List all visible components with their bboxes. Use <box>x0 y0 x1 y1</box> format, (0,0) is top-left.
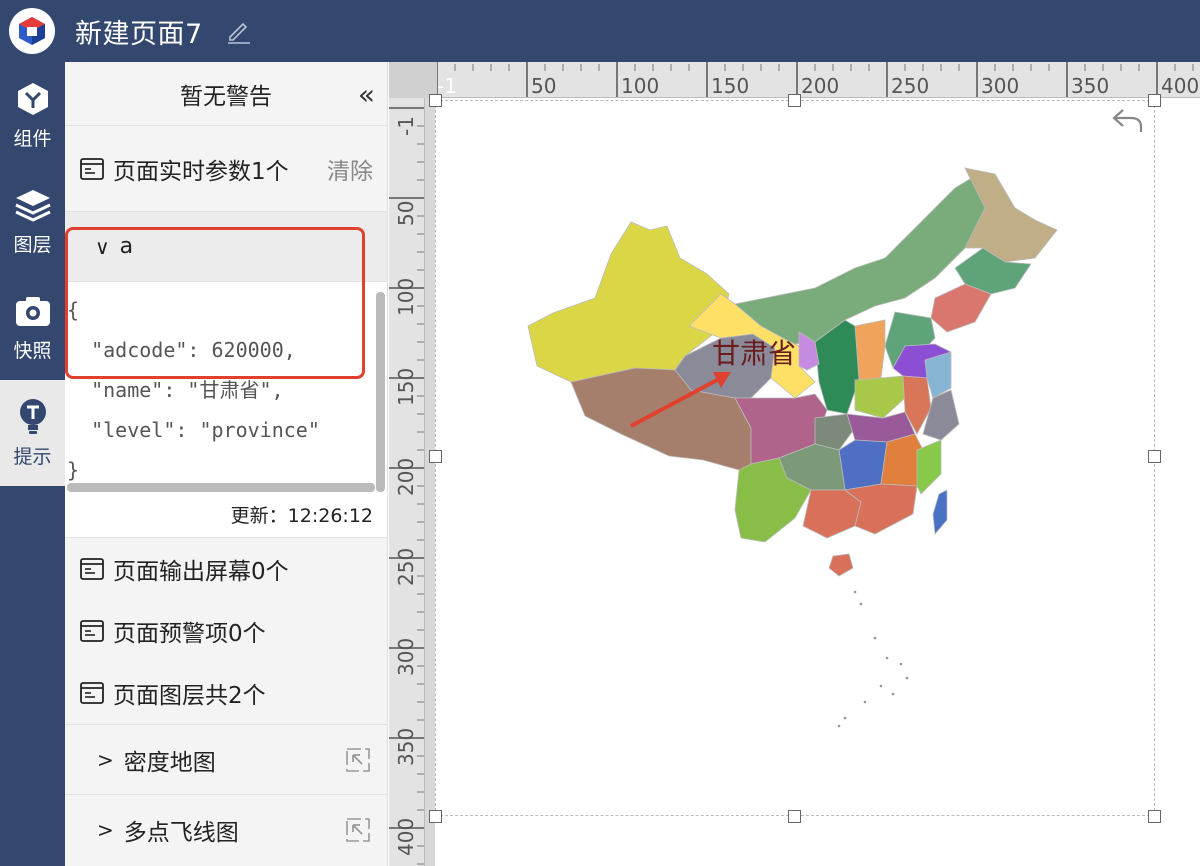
layers-total-row[interactable]: 页面图层共2个 <box>65 662 387 724</box>
island-dot <box>859 602 863 606</box>
hint-icon <box>14 398 52 436</box>
canvas-gutter <box>425 98 435 866</box>
collapse-panel-icon[interactable]: « <box>358 78 375 111</box>
ruler-label: 350 <box>1071 74 1109 98</box>
updated-time: 更新：12:26:12 <box>65 494 387 538</box>
island-dot <box>863 700 867 704</box>
island-dot <box>899 662 903 666</box>
south-sea-islands <box>837 590 909 728</box>
locate-layer-icon[interactable] <box>345 817 371 843</box>
json-line: "name": "甘肃省", <box>67 378 284 402</box>
realtime-params-label: 页面实时参数1个 <box>113 158 289 185</box>
region-hainan[interactable] <box>828 553 854 577</box>
layer-label: 多点飞线图 <box>123 819 239 846</box>
edit-title-icon[interactable] <box>225 16 255 46</box>
hint-panel: 暂无警告 « 页面实时参数1个 清除 ∨ a { "adcode": 62000… <box>65 62 388 866</box>
nav-label: 提示 <box>13 445 52 468</box>
component-icon <box>14 80 52 118</box>
ruler-label: 300 <box>394 638 418 676</box>
ruler-label: -1 <box>394 116 418 136</box>
ruler-vertical: -1 50 100 150 200 250 300 350 400 <box>389 98 425 866</box>
ruler-label: 250 <box>394 548 418 586</box>
nav-label: 组件 <box>13 127 52 150</box>
camera-icon <box>14 292 52 330</box>
chevron-down-icon: ∨ <box>95 234 110 259</box>
param-header[interactable]: ∨ a <box>65 212 387 282</box>
layers-icon <box>14 186 52 224</box>
nav-label: 快照 <box>13 339 52 362</box>
layers-total-label: 页面图层共2个 <box>113 683 266 709</box>
output-screens-label: 页面输出屏幕0个 <box>113 559 289 585</box>
china-density-map[interactable] <box>435 98 1200 866</box>
horizontal-scrollbar[interactable] <box>67 483 375 492</box>
ruler-label: 100 <box>394 278 418 316</box>
layer-label: 密度地图 <box>123 749 216 776</box>
ruler-corner <box>389 62 437 98</box>
document-icon <box>80 682 104 704</box>
ruler-label: 350 <box>394 728 418 766</box>
document-icon <box>80 157 104 180</box>
ruler-label: 100 <box>621 74 659 98</box>
ruler-horizontal: -1 50 100 150 200 250 300 350 400 <box>389 62 1200 98</box>
ruler-label: 400 <box>394 818 418 856</box>
island-dot <box>891 692 895 696</box>
ruler-label: 150 <box>394 368 418 406</box>
island-dot <box>885 656 889 660</box>
island-dot <box>837 724 841 728</box>
realtime-params-row[interactable]: 页面实时参数1个 清除 <box>65 126 387 212</box>
vertical-scrollbar[interactable] <box>376 292 385 492</box>
panel-header: 暂无警告 « <box>65 62 387 126</box>
island-dot <box>843 716 847 720</box>
chevron-right-icon: > <box>97 817 114 842</box>
ruler-label: 250 <box>891 74 929 98</box>
document-icon <box>80 558 104 580</box>
island-dot <box>879 684 883 688</box>
param-block: ∨ a { "adcode": 620000, "name": "甘肃省", "… <box>65 212 387 538</box>
ruler-label: 400 <box>1161 74 1199 98</box>
panel-title: 暂无警告 <box>180 83 272 110</box>
output-screens-row[interactable]: 页面输出屏幕0个 <box>65 538 387 600</box>
ruler-label: 200 <box>801 74 839 98</box>
warnings-label: 页面预警项0个 <box>113 621 266 647</box>
clear-button[interactable]: 清除 <box>327 152 373 186</box>
region-fujian[interactable] <box>916 439 942 495</box>
nav-item-layers[interactable]: 图层 <box>0 168 65 274</box>
region-liaoning[interactable] <box>930 283 992 333</box>
param-json-view[interactable]: { "adcode": 620000, "name": "甘肃省", "leve… <box>65 282 387 494</box>
nav-label: 图层 <box>13 233 52 256</box>
document-icon <box>80 620 104 642</box>
nav-item-hint[interactable]: 提示 <box>0 380 65 486</box>
nav-item-components[interactable]: 组件 <box>0 62 65 168</box>
ruler-label: 50 <box>531 74 556 98</box>
ruler-label: 300 <box>981 74 1019 98</box>
region-guangxi[interactable] <box>802 489 862 539</box>
region-hunan[interactable] <box>838 439 888 491</box>
logo-icon <box>19 17 45 45</box>
island-dot <box>905 676 909 680</box>
layer-item-density-map[interactable]: > 密度地图 <box>65 724 387 794</box>
layer-item-flyline[interactable]: > 多点飞线图 <box>65 794 387 864</box>
ruler-label: 50 <box>394 201 418 226</box>
map-region-label: 甘肃省 <box>712 337 797 370</box>
chevron-right-icon: > <box>97 747 114 772</box>
left-nav: 组件 图层 快照 提示 <box>0 62 65 866</box>
json-line: "level": "province" <box>67 418 320 442</box>
warnings-row[interactable]: 页面预警项0个 <box>65 600 387 662</box>
region-shanxi[interactable] <box>854 319 886 381</box>
param-name: a <box>119 234 134 259</box>
ruler-label: 150 <box>711 74 749 98</box>
json-line: { <box>67 298 80 322</box>
region-henan[interactable] <box>854 375 906 419</box>
top-bar: 新建页面7 <box>0 0 1200 62</box>
app-logo[interactable] <box>9 8 55 54</box>
ruler-label: 200 <box>394 458 418 496</box>
island-dot <box>873 636 877 640</box>
region-taiwan[interactable] <box>932 489 948 535</box>
page-title: 新建页面7 <box>75 18 203 50</box>
design-canvas[interactable]: 甘肃省 <box>429 94 1200 866</box>
json-line: "adcode": 620000, <box>67 338 296 362</box>
locate-layer-icon[interactable] <box>345 747 371 773</box>
island-dot <box>853 590 857 594</box>
nav-item-snapshot[interactable]: 快照 <box>0 274 65 380</box>
